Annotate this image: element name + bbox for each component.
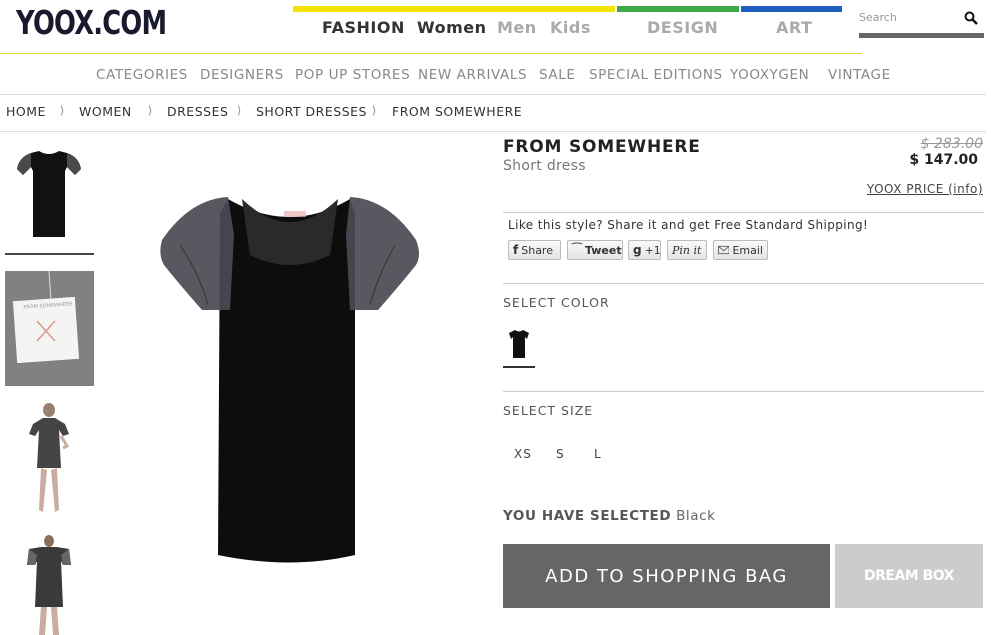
- size-option-l[interactable]: L: [594, 447, 602, 461]
- nav-art[interactable]: ART: [776, 18, 812, 37]
- color-swatch-black[interactable]: [503, 326, 535, 368]
- select-size-label: SELECT SIZE: [503, 403, 594, 418]
- thumbnail-label-tag[interactable]: [5, 271, 94, 386]
- subnav-yooxygen[interactable]: YOOXYGEN: [730, 67, 809, 83]
- thumbnail-model-back[interactable]: [5, 535, 94, 635]
- color-divider: [503, 391, 984, 392]
- subnav-sale[interactable]: SALE: [539, 67, 576, 83]
- pinterest-label: Pin it: [672, 243, 702, 257]
- details-divider: [503, 212, 984, 213]
- thumbnail-model-front[interactable]: [5, 400, 94, 520]
- subnav-new-arrivals[interactable]: NEW ARRIVALS: [418, 67, 527, 83]
- thumbnail-active-indicator: [5, 253, 94, 255]
- sale-price: $ 147.00: [909, 152, 978, 168]
- email-share-label: Email: [732, 243, 763, 257]
- search-input[interactable]: [859, 6, 959, 29]
- tweet-label: Tweet: [584, 243, 622, 257]
- subnav-categories[interactable]: CATEGORIES: [96, 67, 188, 83]
- pinterest-button[interactable]: Pin it: [667, 240, 707, 260]
- facebook-share-button[interactable]: f Share: [508, 240, 561, 260]
- tweet-button[interactable]: ⁀ Tweet: [567, 240, 623, 260]
- breadcrumb-short-dresses[interactable]: SHORT DRESSES: [256, 104, 367, 119]
- envelope-icon: [718, 245, 730, 255]
- facebook-share-label: Share: [521, 243, 553, 257]
- selection-value: Black: [676, 508, 716, 524]
- select-color-label: SELECT COLOR: [503, 295, 610, 310]
- selection-label: YOU HAVE SELECTED: [503, 508, 672, 524]
- main-product-image[interactable]: [150, 185, 430, 575]
- yoox-logo[interactable]: YOOX.COM: [16, 3, 167, 42]
- black-dress-swatch-icon: [509, 330, 529, 358]
- breadcrumb-dresses[interactable]: DRESSES: [167, 104, 228, 119]
- twitter-bird-icon: ⁀: [572, 243, 582, 257]
- header-divider: [0, 53, 862, 54]
- breadcrumb-separator: ⟩: [148, 104, 153, 117]
- breadcrumb-separator: ⟩: [237, 104, 242, 117]
- design-color-bar: [617, 6, 739, 12]
- search-icon[interactable]: [964, 11, 978, 25]
- email-share-button[interactable]: Email: [713, 240, 768, 260]
- size-option-xs[interactable]: XS: [514, 447, 532, 461]
- share-promo-text: Like this style? Share it and get Free S…: [508, 218, 869, 232]
- breadcrumb-divider: [0, 131, 986, 132]
- subnav-pop-up-stores[interactable]: POP UP STORES: [295, 67, 410, 83]
- subnav-special-editions[interactable]: SPECIAL EDITIONS: [589, 67, 723, 83]
- breadcrumb-separator: ⟩: [60, 104, 65, 117]
- breadcrumb-home[interactable]: HOME: [6, 104, 46, 119]
- selection-summary: YOU HAVE SELECTED Black: [503, 508, 716, 524]
- google-plus-button[interactable]: g +1: [628, 240, 661, 260]
- nav-men[interactable]: Men: [497, 18, 537, 37]
- breadcrumb-women[interactable]: WOMEN: [79, 104, 132, 119]
- google-plus-label: +1: [644, 243, 661, 257]
- size-option-s[interactable]: S: [556, 447, 565, 461]
- share-divider: [503, 283, 984, 284]
- fashion-color-bar: [293, 6, 615, 12]
- nav-women[interactable]: Women: [417, 18, 486, 37]
- subnav-designers[interactable]: DESIGNERS: [200, 67, 284, 83]
- product-brand[interactable]: FROM SOMEWHERE: [503, 137, 701, 157]
- thumbnail-front[interactable]: [5, 145, 94, 245]
- yoox-price-info-link[interactable]: YOOX PRICE (info): [867, 182, 983, 196]
- nav-fashion[interactable]: FASHION: [322, 18, 405, 37]
- breadcrumb-separator: ⟩: [372, 104, 377, 117]
- search-box: [859, 6, 984, 38]
- google-plus-icon: g: [633, 243, 642, 257]
- nav-kids[interactable]: Kids: [550, 18, 591, 37]
- nav-design[interactable]: DESIGN: [647, 18, 718, 37]
- facebook-icon: f: [513, 243, 519, 257]
- original-price: $ 283.00: [920, 136, 983, 152]
- subnav-divider: [0, 94, 986, 95]
- subnav-vintage[interactable]: VINTAGE: [828, 67, 891, 83]
- product-type: Short dress: [503, 158, 586, 174]
- dream-box-button[interactable]: DREAM BOX: [835, 544, 983, 608]
- breadcrumb-current: FROM SOMEWHERE: [392, 104, 523, 119]
- add-to-shopping-bag-button[interactable]: ADD TO SHOPPING BAG: [503, 544, 830, 608]
- art-color-bar: [741, 6, 842, 12]
